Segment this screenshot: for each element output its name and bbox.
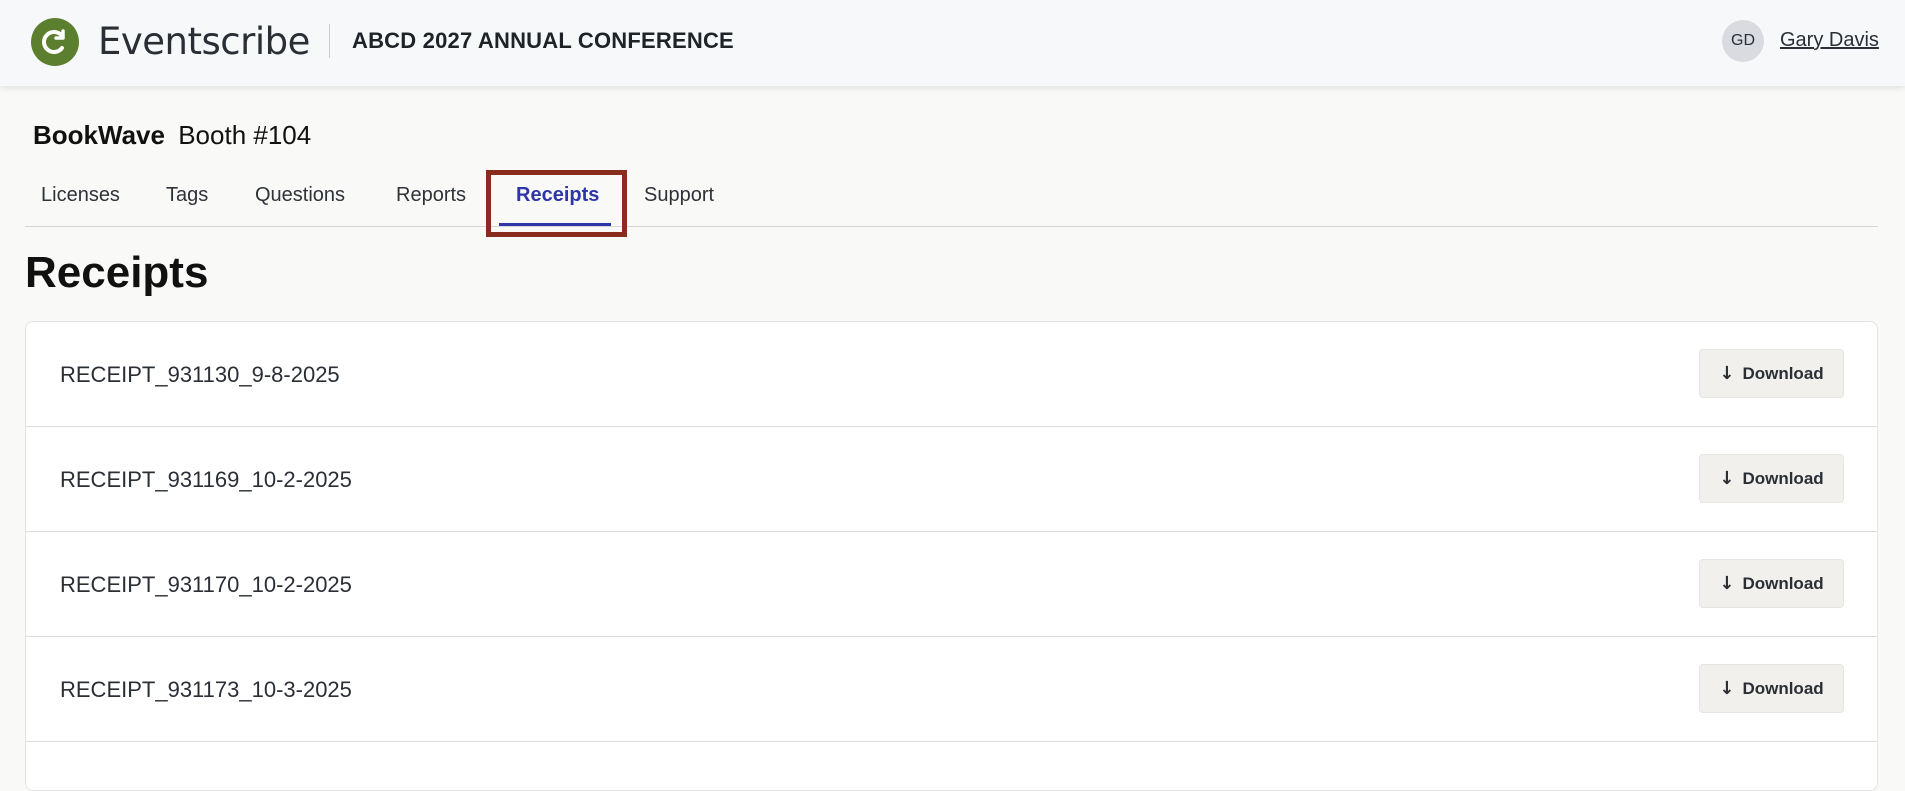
tab-questions[interactable]: Questions: [255, 184, 345, 207]
tab-bar: Licenses Tags Questions Reports Receipts…: [25, 172, 1878, 227]
active-tab-indicator: [499, 223, 611, 226]
arrow-down-icon: ↓: [1719, 468, 1735, 489]
page-title: Receipts: [25, 248, 209, 297]
tab-tags[interactable]: Tags: [166, 184, 208, 207]
download-button[interactable]: ↓ Download: [1699, 454, 1844, 503]
download-label: Download: [1742, 678, 1824, 698]
list-item: RECEIPT_931173_10-3-2025 ↓ Download: [26, 637, 1877, 742]
booth-heading: BookWave Booth #104: [33, 120, 311, 151]
receipt-name: RECEIPT_931173_10-3-2025: [60, 677, 352, 702]
download-button[interactable]: ↓ Download: [1699, 559, 1844, 608]
list-item: RECEIPT_931170_10-2-2025 ↓ Download: [26, 532, 1877, 637]
arrow-down-icon: ↓: [1719, 573, 1735, 594]
download-button[interactable]: ↓ Download: [1699, 349, 1844, 398]
arrow-down-icon: ↓: [1719, 678, 1735, 699]
brand-divider: [329, 24, 330, 58]
list-item: RECEIPT_931169_10-2-2025 ↓ Download: [26, 427, 1877, 532]
tab-licenses[interactable]: Licenses: [41, 184, 120, 207]
avatar[interactable]: GD: [1722, 20, 1764, 62]
event-title: ABCD 2027 ANNUAL CONFERENCE: [352, 28, 734, 53]
refresh-c-icon[interactable]: [31, 18, 79, 66]
receipt-name: RECEIPT_931130_9-8-2025: [60, 362, 340, 387]
brand-name[interactable]: Eventscribe: [98, 18, 310, 66]
tab-receipts[interactable]: Receipts: [516, 184, 599, 207]
booth-number: Booth #104: [178, 120, 312, 150]
download-label: Download: [1742, 573, 1824, 593]
tab-reports[interactable]: Reports: [396, 184, 466, 207]
download-label: Download: [1742, 363, 1824, 383]
arrow-down-icon: ↓: [1719, 363, 1735, 384]
tab-support[interactable]: Support: [644, 184, 714, 207]
user-name-link[interactable]: Gary Davis: [1780, 29, 1879, 52]
list-item: RECEIPT_931130_9-8-2025 ↓ Download: [26, 322, 1877, 427]
receipt-name: RECEIPT_931170_10-2-2025: [60, 572, 352, 597]
download-button[interactable]: ↓ Download: [1699, 664, 1844, 713]
booth-company: BookWave: [33, 120, 165, 150]
top-header: Eventscribe ABCD 2027 ANNUAL CONFERENCE …: [0, 0, 1905, 86]
download-label: Download: [1742, 468, 1824, 488]
receipts-list: RECEIPT_931130_9-8-2025 ↓ Download RECEI…: [25, 321, 1878, 791]
receipt-name: RECEIPT_931169_10-2-2025: [60, 467, 352, 492]
